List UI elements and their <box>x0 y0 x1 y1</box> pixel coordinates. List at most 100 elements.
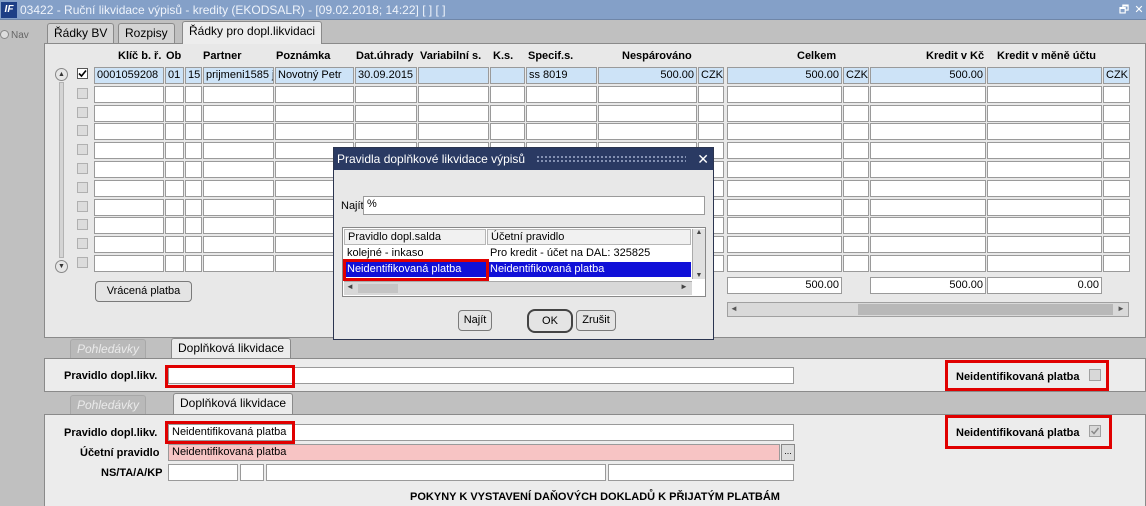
table-cell[interactable] <box>1103 255 1130 272</box>
table-cell[interactable] <box>526 104 597 122</box>
table-cell[interactable] <box>203 161 274 178</box>
table-cell[interactable] <box>727 104 842 122</box>
table-cell[interactable] <box>727 217 842 235</box>
table-cell[interactable] <box>987 161 1102 178</box>
horizontal-scrollbar[interactable]: ◄ ► <box>727 302 1129 317</box>
cell-kredit-kc[interactable]: 500.00 <box>870 67 986 84</box>
table-cell[interactable] <box>526 85 597 103</box>
cell-poznamka[interactable]: Novotný Petr <box>275 67 354 84</box>
table-cell[interactable] <box>94 236 164 254</box>
vracena-platba-button[interactable]: Vrácená platba <box>95 281 192 302</box>
table-cell[interactable] <box>870 236 986 254</box>
table-cell[interactable] <box>355 85 417 103</box>
neidentifikovana-checkbox-2[interactable] <box>1089 425 1101 437</box>
table-cell[interactable] <box>185 104 202 122</box>
table-cell[interactable] <box>1103 217 1130 235</box>
table-cell[interactable] <box>203 236 274 254</box>
table-cell[interactable] <box>598 85 697 103</box>
table-cell[interactable] <box>698 104 724 122</box>
row-checkbox[interactable] <box>77 125 88 137</box>
table-cell[interactable] <box>843 142 869 160</box>
table-cell[interactable] <box>94 142 164 160</box>
table-cell[interactable] <box>843 217 869 235</box>
row-checkbox[interactable] <box>77 200 88 212</box>
cell-mena2[interactable]: CZK <box>843 67 869 84</box>
ns-field[interactable] <box>168 464 238 481</box>
table-cell[interactable] <box>185 85 202 103</box>
table-cell[interactable] <box>870 255 986 272</box>
table-cell[interactable] <box>987 85 1102 103</box>
table-cell[interactable] <box>355 123 417 141</box>
table-cell[interactable] <box>987 104 1102 122</box>
neidentifikovana-checkbox-1[interactable] <box>1089 369 1101 381</box>
row-checkbox[interactable] <box>77 144 88 156</box>
table-cell[interactable] <box>418 85 489 103</box>
table-cell[interactable] <box>203 255 274 272</box>
grid-row-2-pravidlo[interactable]: Neidentifikovaná platba <box>344 262 486 277</box>
table-cell[interactable] <box>987 123 1102 141</box>
tab-radky-dopl[interactable]: Řádky pro dopl.likvidaci <box>182 21 323 44</box>
cell-nesparovano[interactable]: 500.00 <box>598 67 697 84</box>
table-cell[interactable] <box>987 255 1102 272</box>
table-cell[interactable] <box>94 161 164 178</box>
table-cell[interactable] <box>526 123 597 141</box>
table-cell[interactable] <box>1103 198 1130 216</box>
find-input[interactable]: % <box>363 196 705 215</box>
dialog-title-bar[interactable]: Pravidla doplňkové likvidace výpisů ✕ <box>334 148 713 170</box>
table-cell[interactable] <box>1103 179 1130 197</box>
cell-ss[interactable]: ss 8019 <box>526 67 597 84</box>
cell-vs[interactable] <box>418 67 489 84</box>
dialog-cancel-button[interactable]: Zrušit <box>576 310 616 331</box>
table-cell[interactable] <box>843 198 869 216</box>
row-checkbox[interactable] <box>77 87 88 99</box>
dialog-close-icon[interactable]: ✕ <box>697 148 709 170</box>
row-checkbox[interactable] <box>77 68 88 79</box>
table-cell[interactable] <box>355 104 417 122</box>
table-cell[interactable] <box>727 123 842 141</box>
table-cell[interactable] <box>727 85 842 103</box>
scroll-up-icon[interactable]: ▲ <box>55 68 68 81</box>
table-cell[interactable] <box>94 198 164 216</box>
table-cell[interactable] <box>843 85 869 103</box>
table-cell[interactable] <box>843 179 869 197</box>
table-cell[interactable] <box>185 198 202 216</box>
cell-ks[interactable] <box>490 67 525 84</box>
dialog-ok-button[interactable]: OK <box>527 309 573 333</box>
table-cell[interactable] <box>727 179 842 197</box>
table-cell[interactable] <box>165 161 184 178</box>
table-cell[interactable] <box>727 142 842 160</box>
restore-window-icon[interactable]: 🗗 <box>1117 3 1131 17</box>
account-field[interactable]: Neidentifikovaná platba <box>168 444 780 461</box>
table-cell[interactable] <box>418 123 489 141</box>
table-cell[interactable] <box>843 255 869 272</box>
table-cell[interactable] <box>727 198 842 216</box>
table-cell[interactable] <box>165 217 184 235</box>
table-cell[interactable] <box>165 142 184 160</box>
table-cell[interactable] <box>490 85 525 103</box>
table-cell[interactable] <box>843 161 869 178</box>
a-field[interactable] <box>266 464 606 481</box>
row-checkbox[interactable] <box>77 219 88 231</box>
table-cell[interactable] <box>165 255 184 272</box>
table-cell[interactable] <box>843 123 869 141</box>
ta-field[interactable] <box>240 464 264 481</box>
table-cell[interactable] <box>987 236 1102 254</box>
table-cell[interactable] <box>987 198 1102 216</box>
table-cell[interactable] <box>165 85 184 103</box>
drag-handle[interactable] <box>536 155 686 163</box>
table-cell[interactable] <box>203 217 274 235</box>
cell-mena3[interactable]: CZK <box>1103 67 1130 84</box>
table-cell[interactable] <box>94 123 164 141</box>
scroll-thumb[interactable] <box>858 304 1113 315</box>
table-cell[interactable] <box>870 142 986 160</box>
table-cell[interactable] <box>165 104 184 122</box>
table-cell[interactable] <box>1103 123 1130 141</box>
table-cell[interactable] <box>94 255 164 272</box>
table-cell[interactable] <box>698 123 724 141</box>
table-cell[interactable] <box>203 85 274 103</box>
table-cell[interactable] <box>490 123 525 141</box>
table-cell[interactable] <box>203 123 274 141</box>
table-cell[interactable] <box>870 104 986 122</box>
scroll-down-icon[interactable]: ▼ <box>55 260 68 273</box>
table-cell[interactable] <box>1103 142 1130 160</box>
